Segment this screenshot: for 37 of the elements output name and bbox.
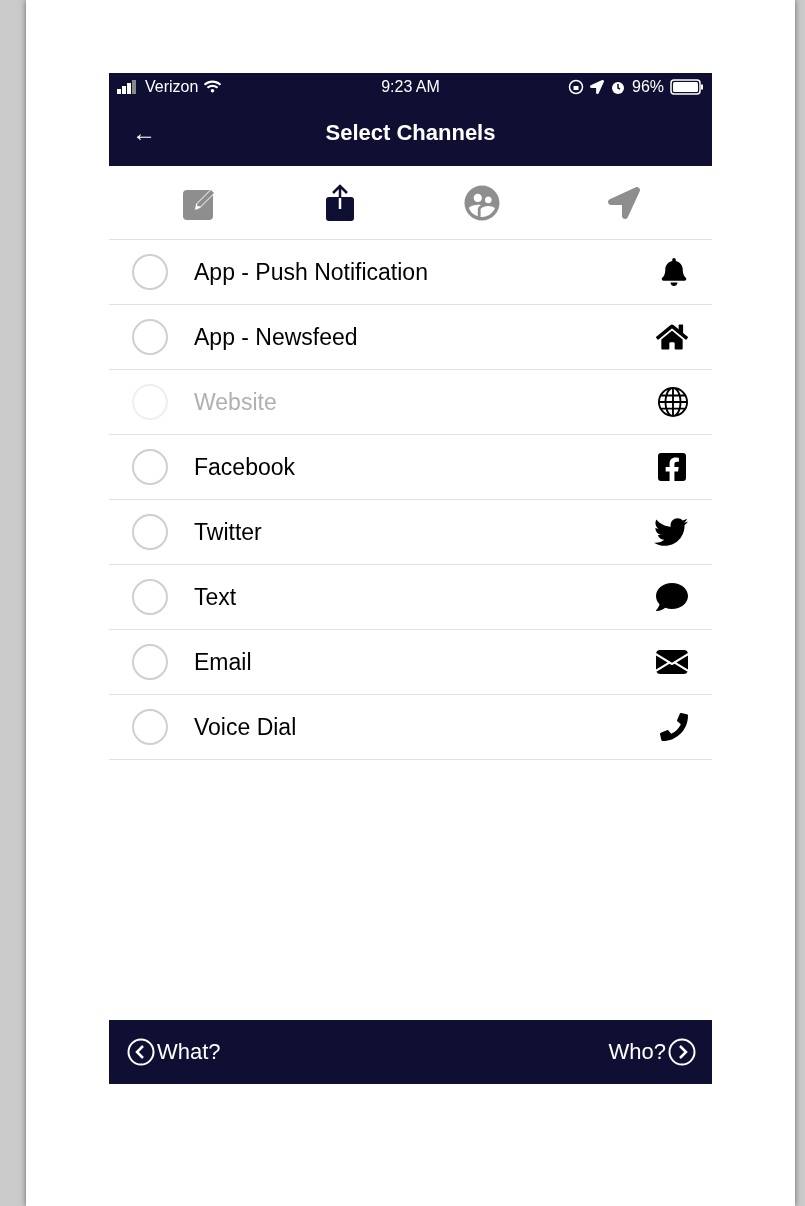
rotation-lock-icon <box>568 78 584 95</box>
location-icon <box>590 79 604 94</box>
radio-button[interactable] <box>132 644 168 680</box>
chevron-left-icon <box>127 1038 155 1066</box>
radio-button[interactable] <box>132 449 168 485</box>
signal-icon <box>117 79 139 94</box>
channel-label: Email <box>194 648 253 676</box>
channel-label: Website <box>194 388 278 416</box>
radio-button[interactable] <box>132 709 168 745</box>
channel-label: App - Newsfeed <box>194 323 359 351</box>
screen-title: Select Channels <box>324 120 497 146</box>
battery-percent: 96% <box>632 77 664 96</box>
twitter-icon <box>654 515 688 549</box>
channel-label: Facebook <box>194 453 296 481</box>
battery-icon <box>670 78 704 95</box>
clock-time: 9:23 AM <box>381 77 440 96</box>
phone-icon <box>660 713 688 741</box>
channel-label: App - Push Notification <box>194 258 429 286</box>
channel-label: Voice Dial <box>194 713 298 741</box>
wifi-icon <box>204 78 222 95</box>
send-icon[interactable] <box>607 186 640 219</box>
what-button[interactable]: What? <box>127 1038 221 1066</box>
speech-bubble-icon <box>656 581 688 613</box>
radio-button[interactable] <box>132 514 168 550</box>
upload-icon[interactable] <box>324 183 357 222</box>
radio-button[interactable] <box>132 579 168 615</box>
chevron-right-icon <box>668 1038 696 1066</box>
radio-button[interactable] <box>132 254 168 290</box>
who-button[interactable]: Who? <box>608 1038 696 1066</box>
globe-icon <box>658 387 688 417</box>
carrier-name: Verizon <box>145 77 199 96</box>
channel-label: Text <box>194 583 238 611</box>
bell-icon <box>660 258 688 286</box>
back-button[interactable]: ← <box>129 119 159 147</box>
channel-label: Twitter <box>194 518 263 546</box>
radio-button[interactable] <box>132 319 168 355</box>
facebook-icon <box>656 451 688 483</box>
